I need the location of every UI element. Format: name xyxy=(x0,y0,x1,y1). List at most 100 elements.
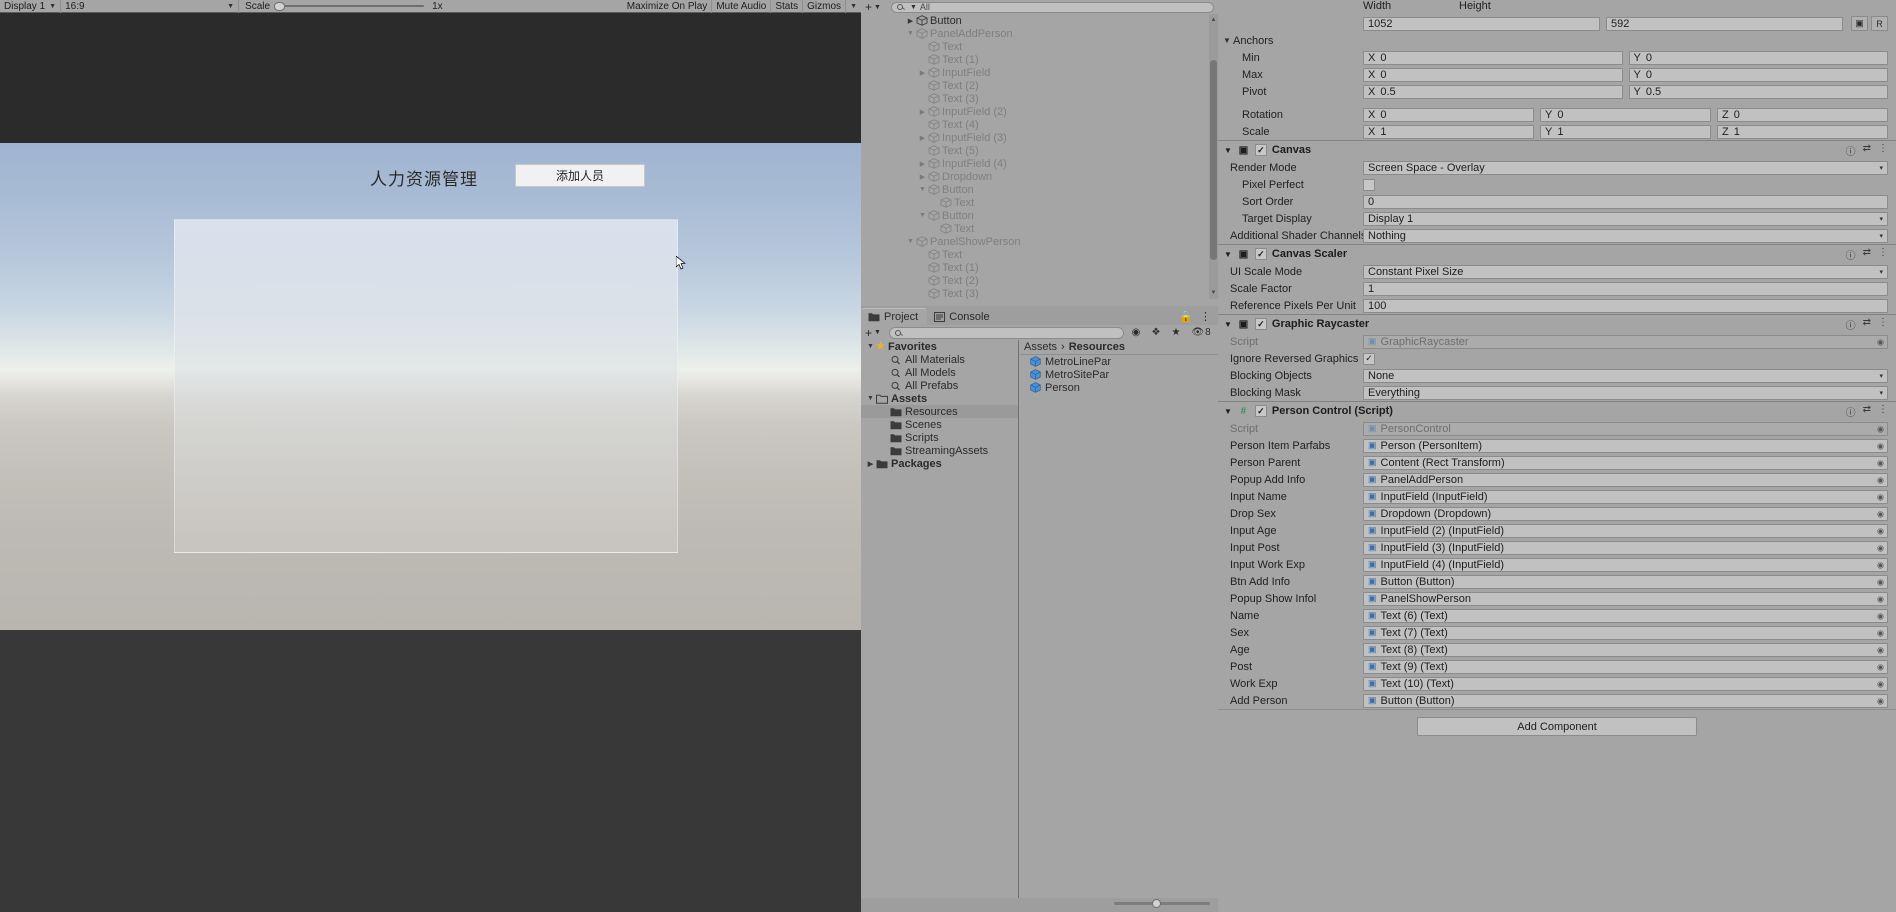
asset-list[interactable]: MetroLinePar MetroSitePar Person xyxy=(1020,355,1218,394)
tab-project[interactable]: Project xyxy=(861,308,928,325)
hierarchy-expand-arrow[interactable]: ▶ xyxy=(917,134,928,142)
hierarchy-scrollbar[interactable]: ▲ ▼ xyxy=(1209,14,1218,299)
hierarchy-item[interactable]: Text (5) xyxy=(861,144,1218,157)
hierarchy-expand-arrow[interactable]: ▶ xyxy=(917,160,928,168)
object-field[interactable]: ▣ Person (PersonItem) xyxy=(1363,438,1888,453)
hierarchy-item[interactable]: Text (3) xyxy=(861,92,1218,105)
object-field[interactable]: ▣ Dropdown (Dropdown) xyxy=(1363,506,1888,521)
project-tree-item[interactable]: ▼ ★ Favorites xyxy=(861,340,1018,353)
hierarchy-expand-arrow[interactable]: ▶ xyxy=(905,17,916,25)
hierarchy-expand-arrow[interactable]: ▶ xyxy=(917,173,928,181)
project-search-input[interactable] xyxy=(888,326,1124,339)
hierarchy-item[interactable]: Text xyxy=(861,222,1218,235)
text-field[interactable]: 100 xyxy=(1363,298,1888,313)
component-enabled-checkbox[interactable]: ✓ xyxy=(1254,318,1267,330)
dropdown-field[interactable]: Everything xyxy=(1363,385,1888,400)
object-field[interactable]: ▣ Text (6) (Text) xyxy=(1363,608,1888,623)
canvas-header[interactable]: ▼ ▣ ✓ Canvas ⓘ ⇄ ⋮ xyxy=(1218,140,1896,159)
object-field[interactable]: ▣ InputField (4) (InputField) xyxy=(1363,557,1888,572)
filter-by-label-icon[interactable]: ❖ xyxy=(1148,326,1164,339)
icon-size-slider-knob[interactable] xyxy=(1152,899,1161,908)
hierarchy-item[interactable]: ▶ Button xyxy=(861,14,1218,27)
raw-edit-mode-icon[interactable]: R xyxy=(1871,16,1888,31)
scale-y[interactable]: Y1 xyxy=(1540,124,1711,139)
hierarchy-expand-arrow[interactable]: ▼ xyxy=(905,30,916,37)
component-menu-icon[interactable]: ⋮ xyxy=(1878,404,1888,419)
project-tree-item[interactable]: All Prefabs xyxy=(861,379,1018,392)
dropdown-field[interactable]: Constant Pixel Size xyxy=(1363,264,1888,279)
collapse-arrow-icon[interactable]: ▼ xyxy=(1224,146,1232,155)
collapse-arrow-icon[interactable]: ▼ xyxy=(1224,320,1232,329)
icon-size-slider[interactable] xyxy=(1114,899,1210,908)
hierarchy-expand-arrow[interactable]: ▶ xyxy=(917,108,928,116)
asset-item[interactable]: MetroSitePar xyxy=(1020,368,1218,381)
checkbox[interactable] xyxy=(1363,178,1375,191)
object-field[interactable]: ▣ Content (Rect Transform) xyxy=(1363,455,1888,470)
create-asset-button[interactable]: + ▼ xyxy=(865,327,885,339)
panel-menu-icon[interactable]: ⋮ xyxy=(1200,310,1211,323)
help-icon[interactable]: ⓘ xyxy=(1846,143,1856,158)
gizmos-chevron[interactable]: ▼ xyxy=(846,0,861,13)
project-tree-item[interactable]: Scenes xyxy=(861,418,1018,431)
project-expand-arrow[interactable]: ▼ xyxy=(865,343,876,350)
hierarchy-item[interactable]: ▶ InputField (4) xyxy=(861,157,1218,170)
hierarchy-item[interactable]: ▶ Dropdown xyxy=(861,170,1218,183)
blueprint-mode-icon[interactable]: ▣ xyxy=(1851,16,1868,31)
add-person-button[interactable]: 添加人员 xyxy=(515,164,645,187)
project-expand-arrow[interactable]: ▼ xyxy=(865,395,876,402)
object-field[interactable]: ▣ InputField (2) (InputField) xyxy=(1363,523,1888,538)
hierarchy-item[interactable]: Text xyxy=(861,40,1218,53)
project-tree-item[interactable]: Resources xyxy=(861,405,1018,418)
add-component-button[interactable]: Add Component xyxy=(1417,717,1697,736)
object-field[interactable]: ▣ Text (9) (Text) xyxy=(1363,659,1888,674)
help-icon[interactable]: ⓘ xyxy=(1846,317,1856,332)
dropdown-field[interactable]: Screen Space - Overlay xyxy=(1363,160,1888,175)
hierarchy-expand-arrow[interactable]: ▼ xyxy=(905,238,916,245)
asset-item[interactable]: MetroLinePar xyxy=(1020,355,1218,368)
text-field[interactable]: 0 xyxy=(1363,194,1888,209)
height-field[interactable]: 592 xyxy=(1606,16,1843,31)
object-field[interactable]: ▣ PanelAddPerson xyxy=(1363,472,1888,487)
hierarchy-item[interactable]: Text (2) xyxy=(861,79,1218,92)
mute-audio-toggle[interactable]: Mute Audio xyxy=(712,0,772,13)
person-control-header[interactable]: ▼ # ✓ Person Control (Script) ⓘ ⇄ ⋮ xyxy=(1218,401,1896,420)
hierarchy-item[interactable]: ▼ PanelShowPerson xyxy=(861,235,1218,248)
component-enabled-checkbox[interactable]: ✓ xyxy=(1254,144,1267,156)
hierarchy-scrollbar-thumb[interactable] xyxy=(1210,60,1217,260)
gizmos-dropdown[interactable]: Gizmos xyxy=(803,0,847,13)
scale-x[interactable]: X1 xyxy=(1363,124,1534,139)
hidden-packages-count[interactable]: 👁 8 xyxy=(1188,326,1214,339)
hierarchy-item[interactable]: ▶ InputField xyxy=(861,66,1218,79)
component-menu-icon[interactable]: ⋮ xyxy=(1878,143,1888,158)
collapse-arrow-icon[interactable]: ▼ xyxy=(1224,250,1232,259)
project-tree-item[interactable]: ▼ Assets xyxy=(861,392,1018,405)
object-field[interactable]: ▣ InputField (3) (InputField) xyxy=(1363,540,1888,555)
hierarchy-expand-arrow[interactable]: ▼ xyxy=(917,186,928,193)
preset-icon[interactable]: ⇄ xyxy=(1863,404,1871,419)
graphic-raycaster-header[interactable]: ▼ ▣ ✓ Graphic Raycaster ⓘ ⇄ ⋮ xyxy=(1218,314,1896,333)
component-enabled-checkbox[interactable]: ✓ xyxy=(1254,405,1267,417)
rotation-y[interactable]: Y0 xyxy=(1540,107,1711,122)
hierarchy-tree[interactable]: ▶ Button ▼ PanelAddPerson Text Text (1) ▶ Input… xyxy=(861,14,1218,299)
hierarchy-expand-arrow[interactable]: ▼ xyxy=(917,212,928,219)
breadcrumb-root[interactable]: Assets xyxy=(1024,341,1057,353)
preset-icon[interactable]: ⇄ xyxy=(1863,317,1871,332)
anchor-min-y[interactable]: Y0 xyxy=(1628,50,1888,65)
create-gameobject-button[interactable]: + ▼ xyxy=(865,1,885,13)
scale-slider-knob[interactable] xyxy=(274,1,286,11)
scroll-up-icon[interactable]: ▲ xyxy=(1210,16,1217,24)
hierarchy-item[interactable]: Text (2) xyxy=(861,274,1218,287)
pivot-x[interactable]: X 0.5 xyxy=(1363,84,1623,99)
canvas-scaler-header[interactable]: ▼ ▣ ✓ Canvas Scaler ⓘ ⇄ ⋮ xyxy=(1218,244,1896,263)
help-icon[interactable]: ⓘ xyxy=(1846,247,1856,262)
dropdown-field[interactable]: Display 1 xyxy=(1363,211,1888,226)
component-enabled-checkbox[interactable]: ✓ xyxy=(1254,248,1267,260)
object-field[interactable]: ▣ Text (8) (Text) xyxy=(1363,642,1888,657)
hierarchy-item[interactable]: ▼ Button xyxy=(861,209,1218,222)
scale-control[interactable]: Scale 1x xyxy=(239,0,451,13)
preset-icon[interactable]: ⇄ xyxy=(1863,143,1871,158)
hierarchy-item[interactable]: ▶ InputField (3) xyxy=(861,131,1218,144)
aspect-dropdown[interactable]: 16:9 ▼ xyxy=(61,0,240,13)
hierarchy-item[interactable]: Text (3) xyxy=(861,287,1218,299)
anchor-min-x[interactable]: X0 xyxy=(1363,50,1623,65)
